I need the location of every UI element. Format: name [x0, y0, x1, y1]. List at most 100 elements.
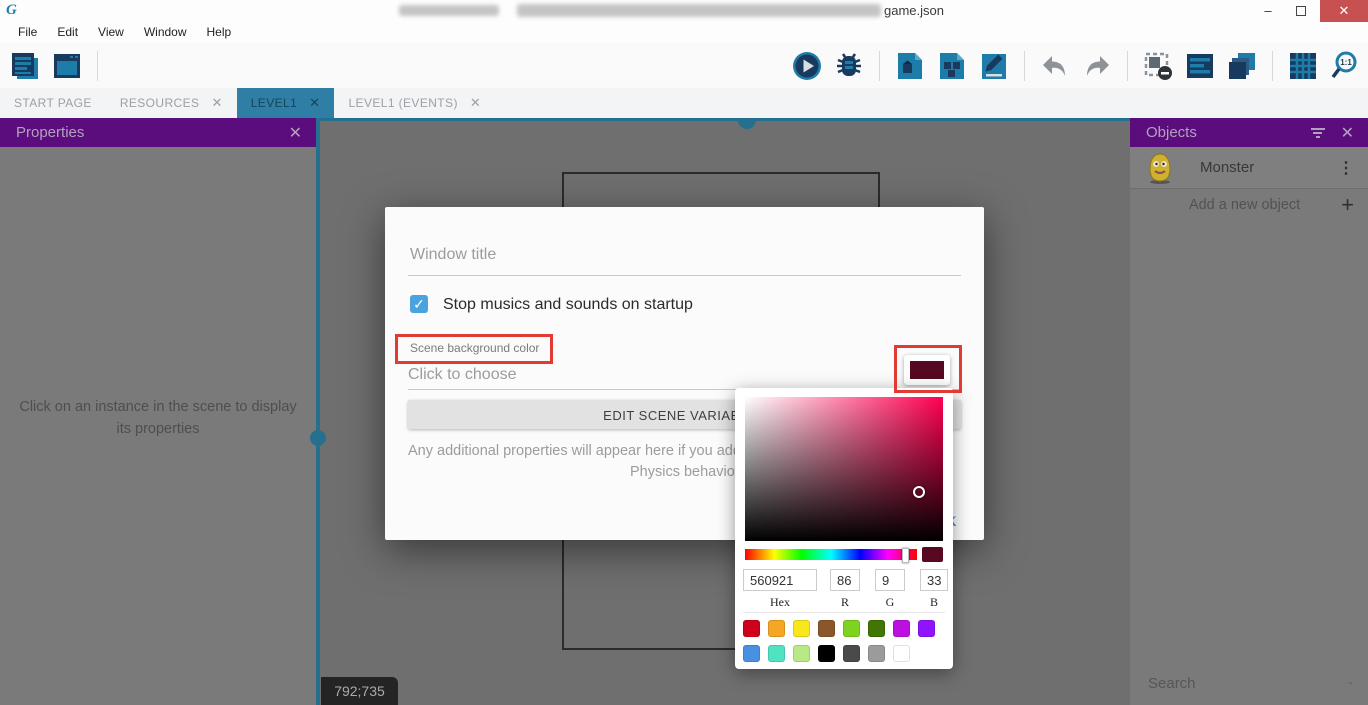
blurred-title-segment: [517, 4, 881, 17]
layers-icon[interactable]: [1225, 49, 1259, 83]
gdevelop-logo-icon: G: [6, 2, 23, 19]
preset-swatch-row: [743, 620, 935, 637]
objects-panel-title: Objects: [1146, 124, 1311, 141]
add-object-row[interactable]: Add a new object +: [1130, 189, 1368, 221]
stop-music-label: Stop musics and sounds on startup: [443, 296, 693, 314]
properties-empty-message: Click on an instance in the scene to dis…: [0, 396, 316, 440]
close-button[interactable]: ✕: [1320, 0, 1368, 22]
window-title-filename: game.json: [884, 3, 944, 18]
preset-color-swatch[interactable]: [793, 620, 810, 637]
selection-handle[interactable]: [738, 120, 756, 129]
divider: [743, 612, 945, 613]
search-icon: [1349, 674, 1352, 692]
preset-color-swatch[interactable]: [818, 620, 835, 637]
object-menu-icon[interactable]: ⋮: [1338, 158, 1354, 178]
menu-edit[interactable]: Edit: [47, 22, 88, 43]
toolbar-divider: [879, 51, 880, 81]
preset-color-swatch[interactable]: [893, 620, 910, 637]
hue-handle[interactable]: [902, 548, 909, 563]
toolbar-left-group: [8, 48, 103, 84]
preset-color-swatch[interactable]: [768, 620, 785, 637]
field-underline: [408, 275, 961, 276]
stop-music-checkbox[interactable]: ✓: [410, 295, 428, 313]
close-icon[interactable]: ✕: [289, 123, 302, 143]
menu-bar: File Edit View Window Help: [0, 22, 1368, 43]
panel-resize-handle[interactable]: [310, 430, 326, 446]
close-icon[interactable]: ✕: [1341, 123, 1354, 143]
menu-help[interactable]: Help: [197, 22, 242, 43]
start-page-icon[interactable]: [50, 49, 84, 83]
tab-bar: START PAGE RESOURCES✕ LEVEL1✕ LEVEL1 (EV…: [0, 88, 1368, 118]
grid-icon[interactable]: [1286, 49, 1320, 83]
preset-color-swatch[interactable]: [768, 645, 785, 662]
restore-button[interactable]: [1286, 0, 1316, 22]
hex-input[interactable]: [743, 569, 817, 591]
menu-file[interactable]: File: [8, 22, 47, 43]
project-manager-icon[interactable]: [8, 49, 42, 83]
preset-color-swatch[interactable]: [868, 645, 885, 662]
blue-input[interactable]: [920, 569, 948, 591]
instances-list-icon[interactable]: [1183, 49, 1217, 83]
preset-color-swatch[interactable]: [743, 620, 760, 637]
toolbar: 1:1: [0, 43, 1368, 88]
menu-window[interactable]: Window: [134, 22, 197, 43]
panel-resize-divider[interactable]: [316, 118, 320, 705]
tab-resources[interactable]: RESOURCES✕: [106, 88, 237, 118]
preset-color-swatch[interactable]: [793, 645, 810, 662]
hue-slider[interactable]: [745, 549, 917, 560]
tab-level1[interactable]: LEVEL1✕: [237, 88, 335, 118]
toolbar-right-group: 1:1: [790, 48, 1362, 84]
color-picker-popup: Hex R G B: [735, 388, 953, 669]
red-label: R: [830, 595, 860, 610]
toolbar-divider: [97, 51, 98, 81]
saturation-cursor[interactable]: [913, 486, 925, 498]
edit-scene-icon[interactable]: [977, 49, 1011, 83]
selection-edge-line: [320, 118, 1130, 121]
preset-color-swatch[interactable]: [918, 620, 935, 637]
object-name: Monster: [1200, 159, 1338, 176]
preset-color-swatch[interactable]: [893, 645, 910, 662]
redo-icon[interactable]: [1080, 49, 1114, 83]
current-color-swatch: [922, 547, 943, 562]
window-title-field[interactable]: [408, 245, 965, 265]
search-input[interactable]: [1146, 674, 1349, 693]
green-label: G: [875, 595, 905, 610]
add-object-label: Add a new object: [1130, 197, 1341, 213]
preset-color-swatch[interactable]: [843, 645, 860, 662]
filter-icon[interactable]: [1311, 128, 1325, 138]
saturation-field[interactable]: [745, 397, 943, 541]
properties-panel-header: Properties ✕: [0, 118, 316, 147]
plus-icon: +: [1341, 195, 1354, 215]
preview-play-icon[interactable]: [790, 49, 824, 83]
preset-swatch-row: [743, 645, 910, 662]
zoom-one-to-one-icon[interactable]: 1:1: [1328, 49, 1362, 83]
toolbar-divider: [1272, 51, 1273, 81]
mask-remove-icon[interactable]: [1141, 49, 1175, 83]
title-bar: G game.json – ✕: [0, 0, 1368, 23]
add-objects-group-icon[interactable]: [935, 49, 969, 83]
preset-color-swatch[interactable]: [818, 645, 835, 662]
object-list-item[interactable]: Monster ⋮: [1130, 147, 1368, 189]
search-row: [1130, 663, 1368, 703]
hex-label: Hex: [743, 595, 817, 610]
minimize-button[interactable]: –: [1253, 0, 1283, 22]
tab-close-icon[interactable]: ✕: [211, 88, 222, 118]
annotation-highlight-scene-background-color: [395, 334, 553, 364]
background-color-field[interactable]: Click to choose: [408, 366, 517, 384]
green-input[interactable]: [875, 569, 905, 591]
preset-color-swatch[interactable]: [743, 645, 760, 662]
objects-panel-header: Objects ✕: [1130, 118, 1368, 147]
tab-close-icon[interactable]: ✕: [470, 88, 481, 118]
preset-color-swatch[interactable]: [843, 620, 860, 637]
preset-color-swatch[interactable]: [868, 620, 885, 637]
menu-view[interactable]: View: [88, 22, 134, 43]
tab-level1-events[interactable]: LEVEL1 (EVENTS)✕: [334, 88, 495, 118]
red-input[interactable]: [830, 569, 860, 591]
undo-icon[interactable]: [1038, 49, 1072, 83]
monster-thumbnail: [1144, 152, 1176, 184]
tab-start-page[interactable]: START PAGE: [0, 88, 106, 118]
annotation-highlight-color-chip: [894, 345, 962, 393]
debug-icon[interactable]: [832, 49, 866, 83]
tab-close-icon[interactable]: ✕: [309, 88, 320, 118]
add-object-icon[interactable]: [893, 49, 927, 83]
